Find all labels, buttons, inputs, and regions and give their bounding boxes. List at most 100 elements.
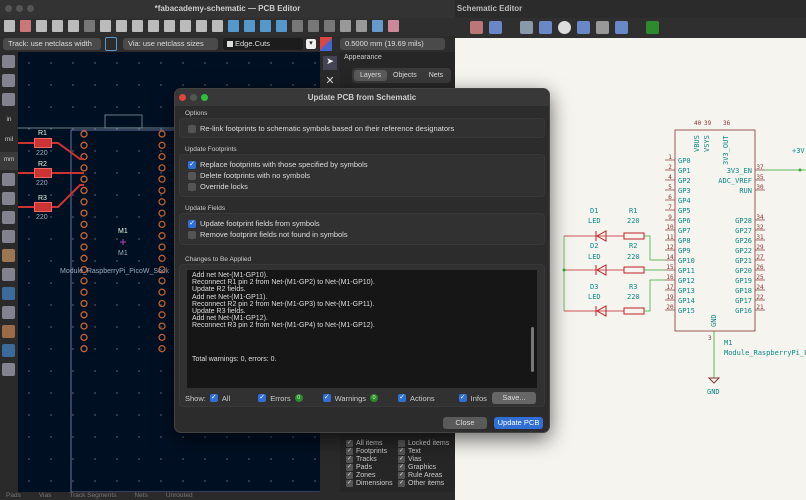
rotate-cw-icon[interactable]: [244, 20, 255, 32]
layer-dropdown-icon[interactable]: ▾: [306, 39, 316, 49]
pad[interactable]: [80, 322, 88, 330]
pad[interactable]: [80, 164, 88, 172]
pad[interactable]: [158, 345, 166, 353]
show-errors-checkbox[interactable]: ✓: [258, 394, 267, 402]
close-dot[interactable]: [5, 5, 12, 12]
pad[interactable]: [158, 254, 166, 262]
filter-item[interactable]: ✓ Text: [398, 448, 454, 455]
filter-item[interactable]: ✓ Footprints: [346, 448, 398, 455]
zoom-out-icon[interactable]: [164, 20, 175, 32]
tab-layers[interactable]: Layers: [354, 70, 388, 81]
relink-checkbox[interactable]: [188, 124, 196, 133]
zoom-fit-icon[interactable]: [180, 20, 191, 32]
units-inch-button[interactable]: in: [0, 112, 18, 132]
remove-fields-checkbox[interactable]: [188, 230, 196, 239]
update-pcb-button[interactable]: Update PCB: [494, 417, 543, 429]
select-tool-icon[interactable]: ➤: [323, 56, 337, 70]
filter-item[interactable]: Locked items: [398, 440, 454, 447]
undo-icon[interactable]: [84, 20, 95, 32]
log-scrollbar[interactable]: [531, 327, 534, 372]
group-icon[interactable]: [292, 20, 303, 32]
filter-checkbox[interactable]: ✓: [346, 448, 353, 455]
remove-fields-row[interactable]: Remove footprint fields not found in sym…: [180, 229, 544, 240]
tools-icon[interactable]: [2, 363, 15, 376]
symbol-editor-icon[interactable]: [489, 21, 502, 34]
ratsnest-icon[interactable]: [2, 211, 15, 224]
filter-item[interactable]: ✓ Other items: [398, 480, 454, 487]
net-colors-icon[interactable]: [2, 249, 15, 262]
footprint-editor-icon[interactable]: [372, 20, 383, 32]
filter-checkbox[interactable]: ✓: [398, 480, 405, 487]
tab-objects[interactable]: Objects: [387, 70, 423, 81]
vias-icon[interactable]: [2, 306, 15, 319]
pad[interactable]: [158, 175, 166, 183]
pad[interactable]: [80, 209, 88, 217]
replace-footprints-row[interactable]: ✓ Replace footprints with those specified…: [180, 159, 544, 170]
simulator-icon[interactable]: [558, 21, 571, 34]
tab-nets[interactable]: Nets: [423, 70, 449, 81]
filter-item[interactable]: ✓ Pads: [346, 464, 398, 471]
pad[interactable]: [158, 198, 166, 206]
mirror-icon[interactable]: [276, 20, 287, 32]
pad[interactable]: [158, 232, 166, 240]
layer-pair-icon[interactable]: [320, 37, 332, 51]
bom-icon[interactable]: [596, 21, 609, 34]
filter-checkbox[interactable]: ✓: [398, 456, 405, 463]
pad[interactable]: [158, 220, 166, 229]
netlist-icon[interactable]: [615, 21, 628, 34]
filter-item[interactable]: ✓ Rule Areas: [398, 472, 454, 479]
board-setup-icon[interactable]: [20, 20, 31, 32]
unlock-icon[interactable]: [356, 20, 367, 32]
pad[interactable]: [80, 232, 88, 240]
pad[interactable]: [158, 152, 166, 161]
pads-icon[interactable]: [2, 287, 15, 300]
pad[interactable]: [80, 288, 88, 296]
dialog-minimize-dot[interactable]: [190, 94, 197, 101]
r1-footprint[interactable]: [34, 138, 52, 148]
pad[interactable]: [80, 186, 88, 195]
pad[interactable]: [80, 254, 88, 262]
pad[interactable]: [80, 220, 88, 229]
track-width-icon[interactable]: [105, 37, 117, 51]
filter-item[interactable]: ✓ Tracks: [346, 456, 398, 463]
pad[interactable]: [80, 299, 88, 308]
pcb-editor-icon[interactable]: [646, 21, 659, 34]
zoom-objects-icon[interactable]: [196, 20, 207, 32]
library-icon[interactable]: [470, 21, 483, 34]
close-button[interactable]: Close: [443, 417, 487, 429]
pad[interactable]: [158, 141, 166, 149]
dialog-zoom-dot[interactable]: [201, 94, 208, 101]
tracks-icon[interactable]: [2, 325, 15, 338]
page-icon[interactable]: [36, 20, 47, 32]
show-infos-checkbox[interactable]: ✓: [458, 394, 467, 402]
pad[interactable]: [158, 333, 166, 342]
pad[interactable]: [158, 209, 166, 217]
pad[interactable]: [158, 277, 166, 285]
filter-item[interactable]: ✓ All items: [346, 440, 398, 447]
filter-checkbox[interactable]: ✓: [346, 480, 353, 487]
annotate-icon[interactable]: [520, 21, 533, 34]
units-mm-button[interactable]: mm: [0, 152, 18, 170]
save-icon[interactable]: [4, 20, 15, 32]
footprint-library-icon[interactable]: [388, 20, 399, 32]
curved-ratsnest-icon[interactable]: [2, 230, 15, 243]
update-fields-row[interactable]: ✓ Update footprint fields from symbols: [180, 218, 544, 229]
update-fields-checkbox[interactable]: ✓: [188, 219, 196, 228]
pad[interactable]: [80, 243, 88, 251]
filter-item[interactable]: ✓ Zones: [346, 472, 398, 479]
zoom-dot[interactable]: [27, 5, 34, 12]
layer-select[interactable]: Edge.Cuts: [223, 38, 303, 50]
pad[interactable]: [80, 345, 88, 353]
pad[interactable]: [158, 299, 166, 308]
pad[interactable]: [158, 322, 166, 330]
show-actions-checkbox[interactable]: ✓: [398, 394, 407, 402]
angle-icon[interactable]: [2, 192, 15, 205]
filter-checkbox[interactable]: ✓: [346, 456, 353, 463]
r3-footprint[interactable]: [34, 202, 52, 212]
filter-checkbox[interactable]: ✓: [346, 464, 353, 471]
grid-icon[interactable]: [2, 55, 15, 68]
pad[interactable]: [158, 288, 166, 296]
pad[interactable]: [158, 164, 166, 172]
pad[interactable]: [158, 186, 166, 195]
units-mil-button[interactable]: mil: [0, 132, 18, 152]
